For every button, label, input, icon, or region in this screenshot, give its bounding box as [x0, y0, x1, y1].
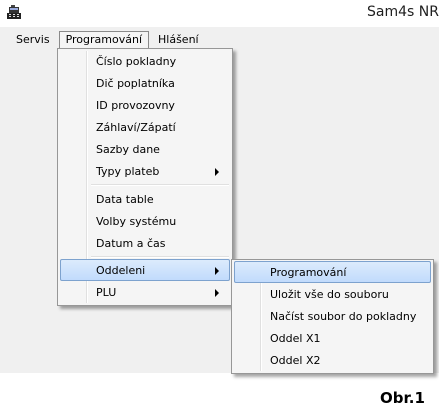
- menu-item-label: Číslo pokladny: [96, 55, 177, 68]
- menu-item-plu[interactable]: PLU: [60, 281, 230, 303]
- menu-item-label: Programování: [270, 266, 347, 279]
- menu-item-id-provozovny[interactable]: ID provozovny: [60, 94, 230, 116]
- figure-caption: Obr.1: [380, 389, 425, 407]
- menu-item-data-table[interactable]: Data table: [60, 188, 230, 210]
- menu-item-label: Oddel X2: [270, 354, 321, 367]
- menu-item-typy-plateb[interactable]: Typy plateb: [60, 160, 230, 182]
- window-title: Sam4s NR: [367, 4, 439, 20]
- menu-bar: Servis Programování Hlášení: [9, 31, 439, 49]
- menu-item-zahlavi-zapati[interactable]: Záhlaví/Zápatí: [60, 116, 230, 138]
- menu-item-volby-systemu[interactable]: Volby systému: [60, 210, 230, 232]
- menu-item-label: Sazby dane: [96, 143, 160, 156]
- menu-item-label: Uložit vše do souboru: [270, 288, 389, 301]
- menu-item-label: Typy plateb: [96, 165, 160, 178]
- title-bar: Sam4s NR: [0, 0, 439, 27]
- menu-separator: [91, 256, 229, 258]
- menu-item-datum-a-cas[interactable]: Datum a čas: [60, 232, 230, 254]
- menu-item-label: Datum a čas: [96, 237, 166, 250]
- cash-register-icon[interactable]: [6, 4, 22, 20]
- submenu-item-oddel-x2[interactable]: Oddel X2: [234, 349, 431, 371]
- menu-item-label: Volby systému: [96, 215, 177, 228]
- menu-item-label: Data table: [96, 193, 154, 206]
- menu-servis[interactable]: Servis: [9, 31, 57, 49]
- submenu-item-oddel-x1[interactable]: Oddel X1: [234, 327, 431, 349]
- menu-item-cislo-pokladny[interactable]: Číslo pokladny: [60, 50, 230, 72]
- menu-item-dic-poplatnika[interactable]: Dič poplatníka: [60, 72, 230, 94]
- submenu-arrow-icon: [215, 168, 219, 176]
- menu-item-sazby-dane[interactable]: Sazby dane: [60, 138, 230, 160]
- menu-hlaseni[interactable]: Hlášení: [151, 31, 206, 49]
- menu-item-label: Načíst soubor do pokladny: [270, 310, 417, 323]
- menu-item-label: Oddel X1: [270, 332, 321, 345]
- menu-item-oddeleni[interactable]: Oddeleni: [60, 259, 230, 281]
- programovani-dropdown: Číslo pokladny Dič poplatníka ID provozo…: [57, 48, 233, 306]
- submenu-item-ulozit-vse[interactable]: Uložit vše do souboru: [234, 283, 431, 305]
- menu-item-label: ID provozovny: [96, 99, 175, 112]
- submenu-arrow-icon: [215, 289, 219, 297]
- submenu-item-programovani[interactable]: Programování: [234, 261, 431, 283]
- menu-separator: [91, 184, 229, 186]
- menu-item-label: PLU: [96, 286, 117, 299]
- menu-programovani[interactable]: Programování: [58, 31, 149, 49]
- menu-item-label: Oddeleni: [96, 264, 146, 277]
- oddeleni-submenu: Programování Uložit vše do souboru Načís…: [231, 259, 434, 374]
- menu-item-label: Záhlaví/Zápatí: [96, 121, 176, 134]
- submenu-item-nacist-soubor[interactable]: Načíst soubor do pokladny: [234, 305, 431, 327]
- submenu-arrow-icon: [215, 267, 219, 275]
- menu-item-label: Dič poplatníka: [96, 77, 175, 90]
